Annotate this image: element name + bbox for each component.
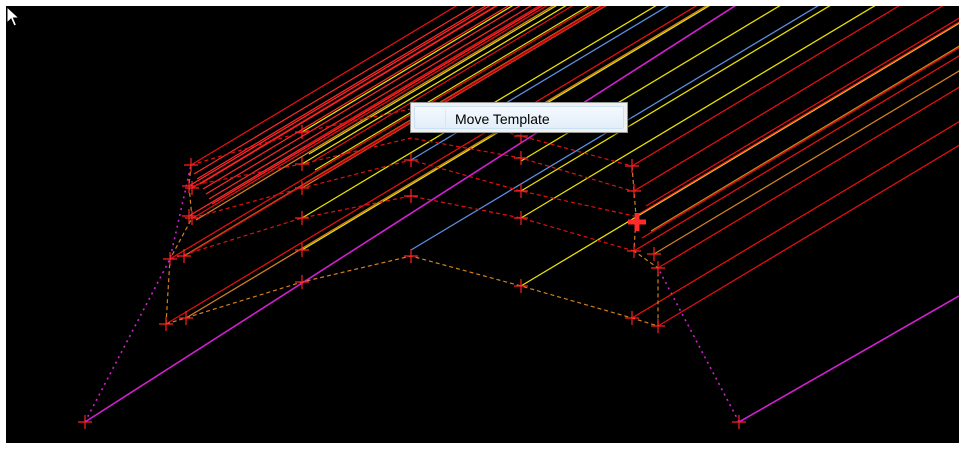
template-line	[191, 159, 635, 219]
crosshair-point-icon	[514, 279, 528, 293]
crosshair-point-icon	[514, 184, 528, 198]
crosshair-point-icon	[182, 179, 196, 193]
longitudinal-line	[633, 6, 944, 192]
context-menu: Move Template	[410, 102, 628, 133]
crosshair-point-icon	[625, 159, 639, 173]
longitudinal-line	[653, 70, 959, 255]
active-point-marker-icon	[628, 213, 646, 231]
crosshair-point-icon	[182, 209, 196, 223]
crosshair-point-icon	[404, 249, 418, 263]
crosshair-point-icon	[163, 252, 177, 266]
crosshair-point-icon	[295, 211, 309, 225]
crosshair-point-icon	[647, 247, 661, 261]
longitudinal-line	[650, 45, 959, 232]
template-left-edge	[165, 164, 193, 325]
crosshair-point-icon	[404, 189, 418, 203]
side-slope-right	[657, 267, 740, 423]
crosshair-point-icon	[185, 181, 199, 195]
magenta-line	[738, 295, 959, 423]
crosshair-point-icon	[625, 311, 639, 325]
magenta-line	[84, 6, 737, 423]
template-bottom-line	[165, 255, 659, 327]
arrow-cursor-icon	[6, 6, 20, 27]
crosshair-point-icon	[159, 317, 173, 331]
crosshair-point-icon	[184, 158, 198, 172]
crosshair-point-icon	[185, 211, 199, 225]
crosshair-point-icon	[627, 244, 641, 258]
side-slope-left	[84, 164, 192, 423]
crosshair-point-icon	[514, 211, 528, 225]
crosshair-point-icon	[177, 249, 191, 263]
longitudinal-line	[641, 47, 959, 239]
roadway-template-drawing	[78, 6, 959, 429]
longitudinal-line	[657, 144, 959, 327]
crosshair-point-icon	[78, 415, 92, 429]
crosshair-point-icon	[179, 311, 193, 325]
crosshair-point-icon	[651, 261, 665, 275]
menu-item-label: Move Template	[455, 111, 550, 127]
menu-item-move-template[interactable]: Move Template	[414, 106, 624, 129]
crosshair-point-icon	[514, 151, 528, 165]
menu-icon-column	[419, 110, 446, 127]
crosshair-point-icon	[627, 184, 641, 198]
crosshair-point-icon	[732, 415, 746, 429]
longitudinal-line	[645, 17, 959, 207]
longitudinal-line	[520, 22, 959, 287]
crosshair-point-icon	[651, 319, 665, 333]
cad-viewport[interactable]: Move Template	[6, 6, 959, 443]
longitudinal-line	[196, 6, 487, 180]
